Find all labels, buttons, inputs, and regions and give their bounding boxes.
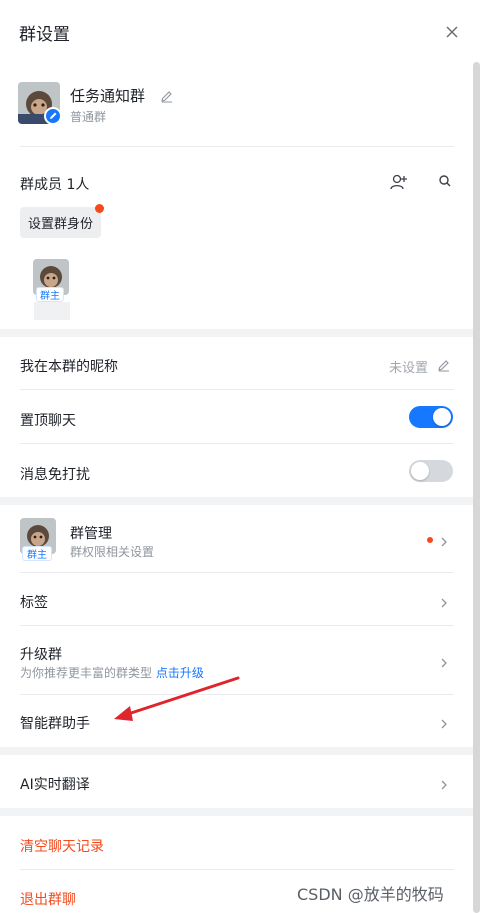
group-name: 任务通知群 bbox=[70, 87, 146, 105]
search-icon[interactable] bbox=[436, 172, 454, 190]
divider bbox=[20, 443, 454, 444]
section-separator bbox=[0, 497, 473, 505]
divider bbox=[20, 625, 454, 626]
set-role-button[interactable]: 设置群身份 bbox=[20, 207, 101, 238]
add-member-icon[interactable] bbox=[389, 172, 409, 192]
watermark: CSDN @放羊的牧码 bbox=[297, 885, 444, 904]
upgrade-subtitle-text: 为你推荐更丰富的群类型 bbox=[20, 666, 153, 680]
leave-group-button[interactable]: 退出群聊 bbox=[20, 889, 76, 909]
pencil-icon[interactable] bbox=[437, 357, 451, 372]
toggle-knob bbox=[411, 462, 429, 480]
divider bbox=[20, 694, 454, 695]
smart-assistant-label[interactable]: 智能群助手 bbox=[20, 713, 90, 733]
ai-translate-label[interactable]: AI实时翻译 bbox=[20, 774, 90, 794]
group-management-subtitle: 群权限相关设置 bbox=[70, 545, 155, 559]
close-icon[interactable] bbox=[442, 22, 462, 42]
group-type: 普通群 bbox=[70, 110, 107, 124]
pencil-icon[interactable] bbox=[160, 88, 174, 103]
toggle-knob bbox=[433, 408, 451, 426]
pin-chat-toggle[interactable] bbox=[409, 406, 453, 428]
mute-toggle[interactable] bbox=[409, 460, 453, 482]
section-separator bbox=[0, 329, 473, 337]
member-name-placeholder bbox=[34, 302, 70, 320]
divider bbox=[20, 389, 454, 390]
owner-tag: 群主 bbox=[22, 546, 52, 561]
tags-label[interactable]: 标签 bbox=[20, 592, 48, 612]
nickname-value[interactable]: 未设置 bbox=[389, 357, 428, 376]
clear-history-button[interactable]: 清空聊天记录 bbox=[20, 836, 104, 856]
chevron-right-icon[interactable] bbox=[439, 594, 449, 608]
chevron-right-icon[interactable] bbox=[439, 654, 449, 668]
group-settings-panel: 群设置 任务通知群 普通群 群成员 1人 设置群身份 群主 我在本群的昵称 未设… bbox=[0, 0, 480, 913]
edit-avatar-icon[interactable] bbox=[44, 107, 62, 125]
chevron-right-icon[interactable] bbox=[439, 715, 449, 729]
owner-tag: 群主 bbox=[36, 287, 64, 302]
section-separator bbox=[0, 808, 473, 816]
section-separator bbox=[0, 747, 473, 755]
page-title: 群设置 bbox=[19, 25, 70, 45]
chevron-right-icon[interactable] bbox=[439, 533, 449, 547]
members-count-label: 群成员 1人 bbox=[20, 177, 90, 193]
mute-label: 消息免打扰 bbox=[20, 467, 90, 483]
chevron-right-icon[interactable] bbox=[439, 776, 449, 790]
notification-dot bbox=[95, 204, 104, 213]
divider bbox=[20, 572, 454, 573]
upgrade-subtitle: 为你推荐更丰富的群类型 点击升级 bbox=[20, 664, 204, 681]
divider bbox=[20, 146, 454, 147]
group-management-title[interactable]: 群管理 bbox=[70, 523, 112, 543]
scrollbar[interactable] bbox=[473, 62, 480, 913]
nickname-label: 我在本群的昵称 bbox=[20, 359, 118, 375]
pin-chat-label: 置顶聊天 bbox=[20, 413, 76, 429]
upgrade-group-label[interactable]: 升级群 bbox=[20, 644, 62, 664]
upgrade-link[interactable]: 点击升级 bbox=[156, 666, 204, 680]
divider bbox=[20, 869, 454, 870]
notification-dot bbox=[427, 537, 433, 543]
